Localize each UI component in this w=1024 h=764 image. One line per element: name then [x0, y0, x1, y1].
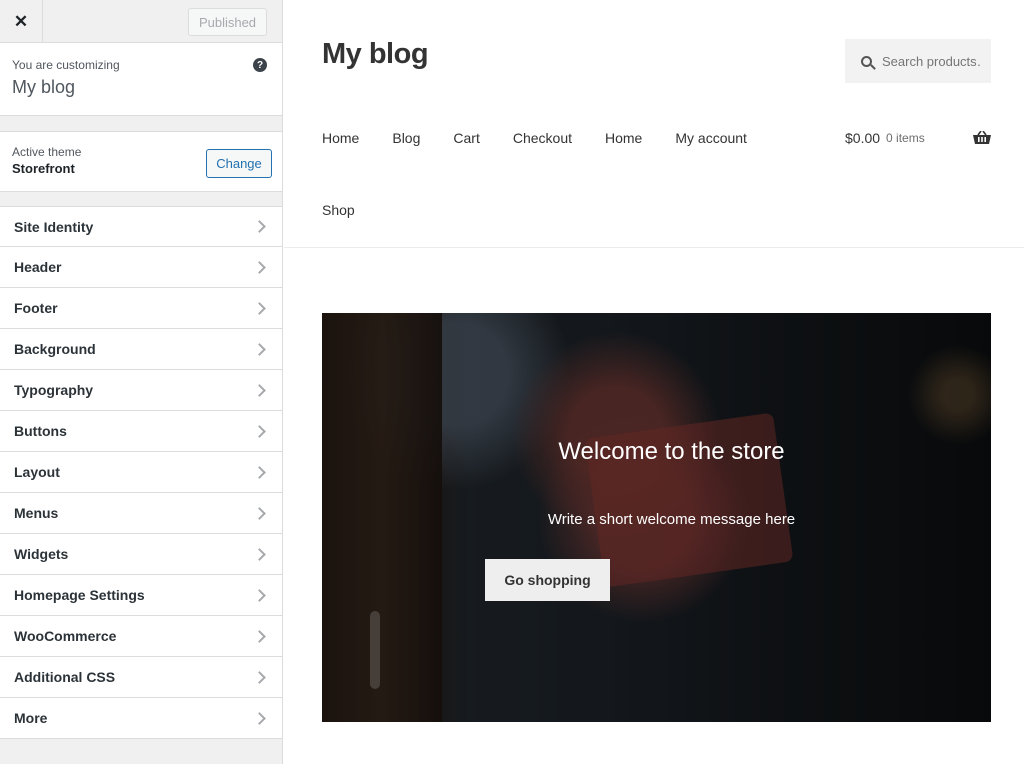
go-shopping-button[interactable]: Go shopping	[485, 559, 610, 601]
panel-layout[interactable]: Layout	[0, 452, 282, 493]
chevron-right-icon	[253, 260, 266, 274]
panel-menus[interactable]: Menus	[0, 493, 282, 534]
nav-item-cart[interactable]: Cart	[453, 130, 479, 146]
customizer-header: ✕ Published	[0, 0, 282, 43]
search-input[interactable]	[882, 53, 982, 69]
chevron-right-icon	[253, 711, 266, 725]
panel-label: Header	[14, 259, 62, 275]
panel-label: WooCommerce	[14, 628, 117, 644]
customizing-label: You are customizing	[12, 58, 120, 72]
cart-amount: $0.00	[845, 130, 881, 146]
panel-additional-css[interactable]: Additional CSS	[0, 657, 282, 698]
product-search	[845, 39, 991, 83]
customizer-panel-list: Site Identity Header Footer Background T…	[0, 206, 282, 739]
nav-item-home-2[interactable]: Home	[605, 130, 642, 146]
cart-count: 0 items	[886, 131, 925, 145]
customizing-info: You are customizing My blog ?	[0, 43, 282, 116]
chevron-right-icon	[253, 506, 266, 520]
change-theme-button[interactable]: Change	[206, 149, 272, 178]
panel-typography[interactable]: Typography	[0, 370, 282, 411]
nav-item-checkout[interactable]: Checkout	[513, 130, 572, 146]
site-title[interactable]: My blog	[322, 38, 429, 71]
panel-label: Typography	[14, 382, 94, 398]
search-icon	[861, 55, 872, 67]
chevron-right-icon	[253, 547, 266, 561]
panel-label: Menus	[14, 505, 59, 521]
customizing-site-name: My blog	[12, 77, 76, 97]
chevron-right-icon	[253, 342, 266, 356]
chevron-right-icon	[253, 629, 266, 643]
hero-title: Welcome to the store	[558, 438, 785, 465]
primary-navigation: Home Blog Cart Checkout Home My account	[322, 130, 780, 146]
chevron-right-icon	[253, 588, 266, 602]
chevron-right-icon	[253, 220, 266, 233]
chevron-right-icon	[253, 301, 266, 315]
panel-widgets[interactable]: Widgets	[0, 534, 282, 575]
panel-label: Homepage Settings	[14, 587, 145, 603]
basket-icon[interactable]	[973, 131, 991, 145]
help-icon[interactable]: ?	[253, 58, 267, 72]
customizer-sidebar: ✕ Published You are customizing My blog …	[0, 0, 283, 764]
nav-item-shop[interactable]: Shop	[322, 202, 355, 218]
chevron-right-icon	[253, 383, 266, 397]
hero-banner: Welcome to the store Write a short welco…	[322, 313, 991, 722]
panel-label: Buttons	[14, 423, 67, 439]
panel-label: Footer	[14, 300, 58, 316]
panel-label: Background	[14, 341, 96, 357]
panel-label: Additional CSS	[14, 669, 116, 685]
hero-text: Write a short welcome message here	[547, 511, 796, 528]
nav-item-my-account[interactable]: My account	[675, 130, 747, 146]
panel-more[interactable]: More	[0, 698, 282, 739]
panel-buttons[interactable]: Buttons	[0, 411, 282, 452]
header-cart[interactable]: $0.00 0 items	[845, 130, 925, 146]
panel-label: Site Identity	[14, 218, 94, 235]
nav-item-blog[interactable]: Blog	[392, 130, 420, 146]
panel-label: Layout	[14, 464, 60, 480]
header-divider	[284, 247, 1024, 248]
site-preview: My blog Home Blog Cart Checkout Home My …	[284, 0, 1024, 764]
panel-label: Widgets	[14, 546, 69, 562]
panel-background[interactable]: Background	[0, 329, 282, 370]
chevron-right-icon	[253, 424, 266, 438]
chevron-right-icon	[253, 465, 266, 479]
published-button[interactable]: Published	[188, 8, 267, 36]
panel-footer[interactable]: Footer	[0, 288, 282, 329]
active-theme-section: Active theme Storefront Change	[0, 131, 282, 192]
chevron-right-icon	[253, 670, 266, 684]
panel-homepage-settings[interactable]: Homepage Settings	[0, 575, 282, 616]
close-icon[interactable]: ✕	[0, 0, 43, 43]
panel-site-identity[interactable]: Site Identity	[0, 206, 282, 247]
panel-label: More	[14, 710, 48, 726]
panel-woocommerce[interactable]: WooCommerce	[0, 616, 282, 657]
panel-header[interactable]: Header	[0, 247, 282, 288]
nav-item-home[interactable]: Home	[322, 130, 359, 146]
